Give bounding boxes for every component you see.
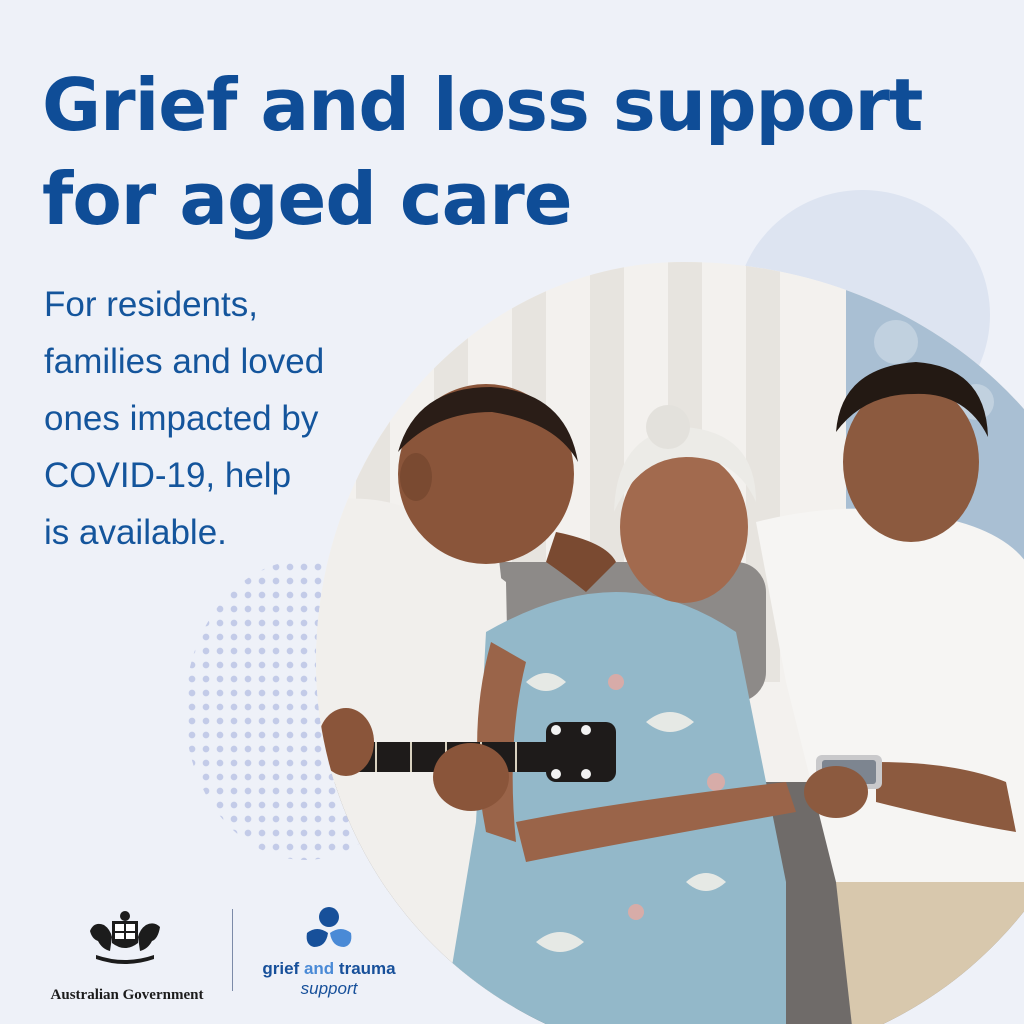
social-tile: Grief and loss support for aged care For… xyxy=(0,0,1024,1024)
intro-line-1: For residents, xyxy=(44,285,258,324)
grief-trauma-flower-icon xyxy=(306,907,352,947)
intro-line-4: COVID-19, help xyxy=(44,456,292,495)
footer-logos: Australian Government grief and trauma s… xyxy=(0,895,1024,1024)
service-logo-trauma: trauma xyxy=(338,959,396,978)
headline-line-2: for aged care xyxy=(42,157,573,241)
intro-line-3: ones impacted by xyxy=(44,399,319,438)
service-logo-grief: grief xyxy=(262,959,300,978)
coat-of-arms-icon xyxy=(90,911,160,964)
service-logo-line-1: grief and trauma xyxy=(252,959,406,979)
australian-government-label: Australian Government xyxy=(50,987,204,1003)
intro-text: For residents, families and loved ones i… xyxy=(44,276,364,561)
headline-line-1: Grief and loss support xyxy=(42,63,923,147)
australian-government-logo: Australian Government xyxy=(42,907,212,1007)
intro-line-2: families and loved xyxy=(44,342,325,381)
intro-line-5: is available. xyxy=(44,513,227,552)
service-logo-and: and xyxy=(303,959,335,978)
service-logo-support: support xyxy=(300,979,358,998)
logo-divider xyxy=(232,909,233,991)
headline: Grief and loss support for aged care xyxy=(42,58,982,246)
grief-and-trauma-support-logo: grief and trauma support xyxy=(252,907,412,1007)
